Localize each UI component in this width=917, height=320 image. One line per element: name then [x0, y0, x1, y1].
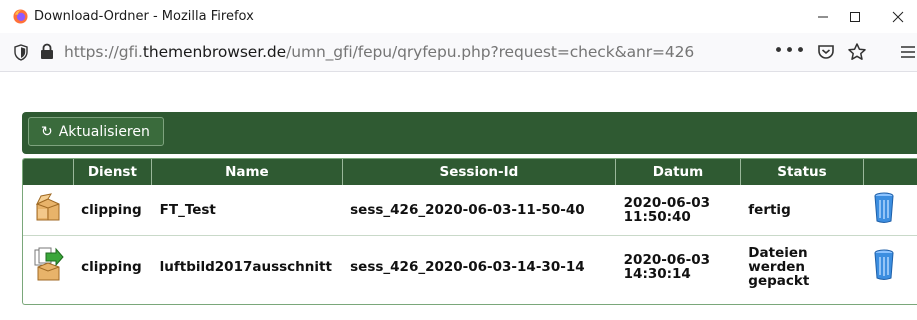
cell-dienst: clipping [81, 259, 142, 275]
col-header-delete [863, 159, 917, 185]
cell-session-id: sess_426_2020-06-03-11-50-40 [342, 185, 616, 236]
page-actions-menu-icon[interactable]: ••• [773, 41, 805, 61]
cell-status-line: fertig [748, 202, 791, 218]
url-prefix: https://gfi. [64, 43, 143, 61]
address-bar: https://gfi.themenbrowser.de/umn_gfi/fep… [0, 33, 917, 72]
action-toolbar: ↻ Aktualisieren [22, 112, 917, 154]
window-title: Download-Ordner - Mozilla Firefox [34, 9, 254, 24]
hamburger-menu-icon[interactable] [898, 42, 917, 62]
window-titlebar: Download-Ordner - Mozilla Firefox [0, 0, 917, 33]
refresh-button[interactable]: ↻ Aktualisieren [28, 117, 164, 146]
cell-datum: 2020-06-03 11:50:40 [615, 185, 741, 236]
col-header-status[interactable]: Status [740, 159, 865, 185]
download-table: Dienst Name Session-Id Datum Status clip… [23, 159, 917, 298]
cell-dienst: clipping [73, 185, 152, 236]
col-header-session-id[interactable]: Session-Id [342, 159, 617, 185]
cell-datum-time: 14:30:14 [623, 266, 691, 282]
pocket-icon[interactable] [816, 42, 836, 62]
row-status-cell [23, 236, 73, 299]
cell-status: fertig [740, 185, 864, 236]
lock-icon[interactable] [40, 43, 54, 60]
cell-datum-time: 11:50:40 [623, 209, 691, 225]
maximize-button[interactable] [842, 4, 868, 30]
col-header-icon [23, 159, 74, 185]
download-grid: Dienst Name Session-Id Datum Status clip… [22, 158, 917, 305]
table-row[interactable]: clipping luftbild2017ausschnitt sess_426… [23, 236, 917, 299]
cell-status-line: gepackt [748, 273, 810, 289]
cell-name: FT_Test [151, 185, 343, 236]
firefox-logo-icon [13, 9, 28, 24]
url-domain: themenbrowser.de [142, 43, 287, 61]
col-header-dienst[interactable]: Dienst [73, 159, 153, 185]
cell-status: Dateien werden gepackt [740, 236, 863, 299]
trash-icon[interactable] [872, 248, 896, 282]
url-path: /umn_gfi/fepu/qryfepu.php?request=check&… [286, 43, 695, 61]
refresh-label: Aktualisieren [58, 123, 150, 140]
package-icon [35, 193, 60, 221]
col-header-datum[interactable]: Datum [615, 159, 741, 185]
minimize-button[interactable] [810, 4, 836, 30]
table-header-row: Dienst Name Session-Id Datum Status [23, 159, 917, 185]
delete-cell [864, 236, 917, 299]
cell-session-id: sess_426_2020-06-03-14-30-14 [350, 259, 585, 275]
cell-datum: 2020-06-03 14:30:14 [616, 236, 741, 299]
url-field[interactable]: https://gfi.themenbrowser.de/umn_gfi/fep… [64, 43, 694, 61]
trash-icon[interactable] [872, 191, 896, 225]
packing-in-progress-icon [34, 247, 64, 281]
star-icon[interactable] [847, 42, 867, 62]
delete-cell [863, 185, 917, 236]
shield-icon[interactable] [13, 44, 29, 61]
row-status-cell [23, 185, 74, 236]
cell-name: luftbild2017ausschnitt [159, 259, 332, 275]
col-header-name[interactable]: Name [151, 159, 343, 185]
close-window-button[interactable] [885, 4, 911, 30]
table-row[interactable]: clipping FT_Test sess_426_2020-06-03-11-… [23, 185, 917, 236]
refresh-icon: ↻ [41, 123, 53, 140]
